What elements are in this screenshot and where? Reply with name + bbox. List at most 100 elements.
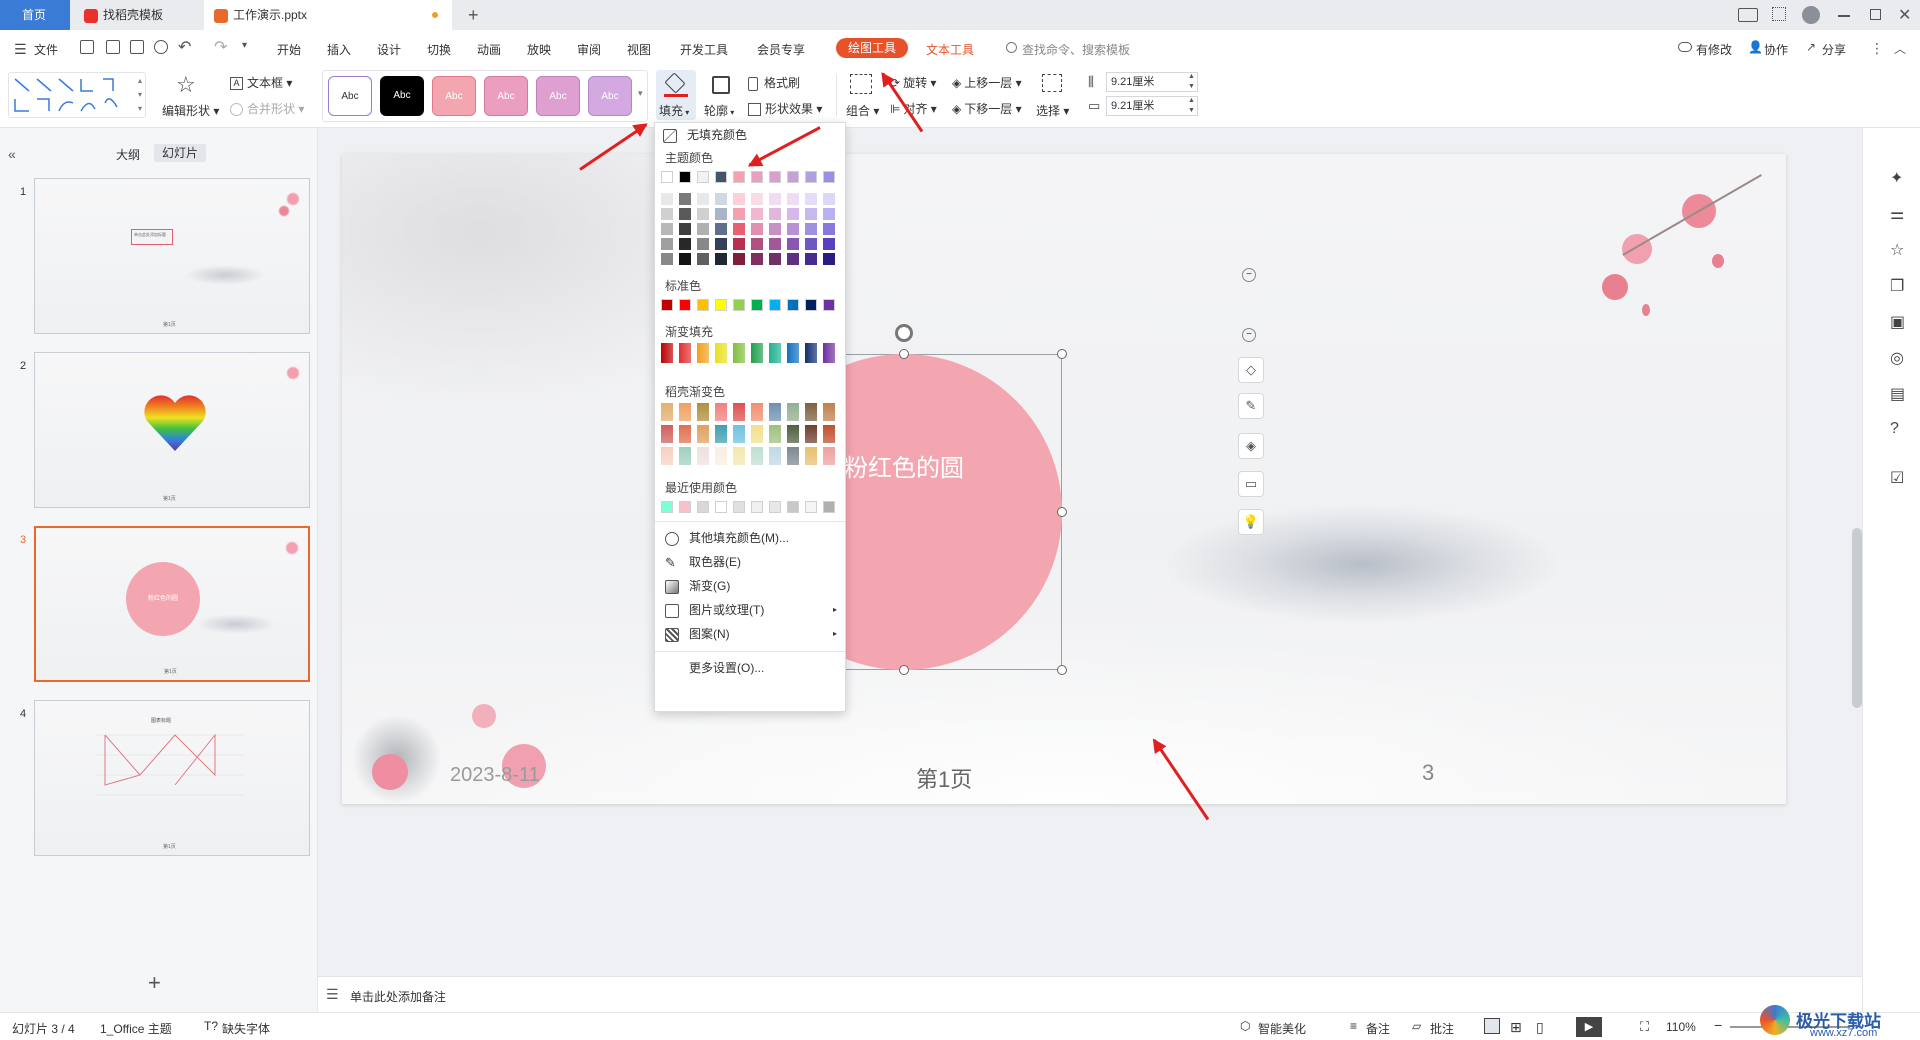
sidebar-animate-icon[interactable]: ✦: [1890, 168, 1903, 188]
outline-button[interactable]: 轮廓 ▾: [702, 72, 742, 118]
gradient-swatch[interactable]: [733, 343, 745, 363]
share-button[interactable]: 分享: [1822, 41, 1846, 58]
export-icon[interactable]: [106, 40, 120, 54]
sidebar-settings-icon[interactable]: ⚌: [1890, 204, 1904, 224]
color-swatch[interactable]: [715, 501, 727, 513]
color-swatch[interactable]: [679, 299, 691, 311]
zoom-level[interactable]: 110%: [1666, 1020, 1696, 1034]
tab-home[interactable]: 首页: [0, 0, 70, 30]
color-swatch[interactable]: [733, 223, 745, 235]
select-icon[interactable]: [1042, 74, 1062, 92]
gradient-swatch[interactable]: [787, 343, 799, 363]
align-button[interactable]: ⊫ 对齐 ▾: [890, 100, 937, 117]
menu-design[interactable]: 设计: [377, 41, 401, 58]
docer-gradient-swatch[interactable]: [679, 425, 691, 443]
slide[interactable]: 2023-8-11 第1页 3 粉红色的圆: [342, 154, 1786, 804]
height-stepper-icon[interactable]: ▲ ▼: [1188, 72, 1195, 92]
restore-icon[interactable]: [1870, 9, 1881, 20]
color-swatch[interactable]: [805, 253, 817, 265]
color-swatch[interactable]: [805, 223, 817, 235]
color-swatch[interactable]: [769, 253, 781, 265]
send-backward-button[interactable]: ◈ 下移一层 ▾: [952, 100, 1022, 117]
color-swatch[interactable]: [661, 193, 673, 205]
resize-handle[interactable]: [899, 665, 909, 675]
tab-document[interactable]: 工作演示.pptx: [204, 0, 452, 30]
float-minus-icon[interactable]: −: [1242, 328, 1256, 342]
docer-gradient-swatch[interactable]: [733, 425, 745, 443]
shape-style-4[interactable]: Abc: [484, 76, 528, 116]
color-swatch[interactable]: [751, 501, 763, 513]
menu-view[interactable]: 视图: [627, 41, 651, 58]
undo-icon[interactable]: ↶: [178, 37, 191, 57]
zoom-out-icon[interactable]: −: [1714, 1017, 1722, 1033]
color-swatch[interactable]: [661, 208, 673, 220]
color-swatch[interactable]: [679, 193, 691, 205]
docer-gradient-swatch[interactable]: [697, 447, 709, 465]
lightbulb-icon[interactable]: 💡: [1238, 509, 1264, 535]
reading-view-icon[interactable]: ▯: [1536, 1019, 1544, 1036]
color-swatch[interactable]: [751, 238, 763, 250]
pen-icon[interactable]: ✎: [1238, 393, 1264, 419]
shape-gallery[interactable]: [8, 72, 146, 118]
docer-gradient-swatch[interactable]: [661, 403, 673, 421]
shape-style-1[interactable]: Abc: [328, 76, 372, 116]
resize-handle[interactable]: [1057, 665, 1067, 675]
normal-view-icon[interactable]: [1484, 1018, 1500, 1034]
color-swatch[interactable]: [805, 501, 817, 513]
color-swatch[interactable]: [715, 253, 727, 265]
color-swatch[interactable]: [769, 208, 781, 220]
docer-gradient-swatch[interactable]: [661, 425, 673, 443]
redo-icon[interactable]: ↷: [214, 37, 227, 57]
gradient-swatch[interactable]: [661, 343, 673, 363]
color-swatch[interactable]: [697, 238, 709, 250]
rotate-button[interactable]: ⟳ 旋转 ▾: [890, 74, 936, 91]
color-swatch[interactable]: [787, 299, 799, 311]
docer-gradient-swatch[interactable]: [751, 425, 763, 443]
color-swatch[interactable]: [679, 253, 691, 265]
color-swatch[interactable]: [697, 299, 709, 311]
docer-gradient-swatch[interactable]: [697, 425, 709, 443]
width-input[interactable]: 9.21厘米: [1106, 96, 1198, 116]
color-swatch[interactable]: [697, 208, 709, 220]
sidebar-copy-icon[interactable]: ❐: [1890, 276, 1904, 296]
color-swatch[interactable]: [769, 193, 781, 205]
select-button[interactable]: 选择 ▾: [1036, 102, 1069, 119]
color-swatch[interactable]: [679, 501, 691, 513]
color-swatch[interactable]: [715, 208, 727, 220]
color-swatch[interactable]: [787, 238, 799, 250]
picture-texture-option[interactable]: 图片或纹理(T) ▸: [665, 599, 837, 621]
color-swatch[interactable]: [661, 171, 673, 183]
color-swatch[interactable]: [805, 193, 817, 205]
hamburger-icon[interactable]: ☰: [14, 41, 27, 58]
color-swatch[interactable]: [679, 208, 691, 220]
more-fill-colors-option[interactable]: 其他填充颜色(M)...: [665, 527, 789, 549]
collapse-ribbon-icon[interactable]: ︿: [1894, 40, 1906, 57]
grid-apps-icon[interactable]: [1772, 7, 1786, 21]
color-swatch[interactable]: [823, 253, 835, 265]
menu-drawing-tools[interactable]: 绘图工具: [836, 38, 908, 58]
docer-gradient-swatch[interactable]: [751, 447, 763, 465]
color-swatch[interactable]: [769, 223, 781, 235]
docer-gradient-swatch[interactable]: [769, 425, 781, 443]
slide-thumbnail-4[interactable]: 图表标题 第1页: [34, 700, 310, 856]
notes-toggle-button[interactable]: 备注: [1366, 1020, 1390, 1037]
slide-thumbnail-3[interactable]: 粉红色的圆 第1页: [34, 526, 310, 682]
fit-window-icon[interactable]: ⛶: [1640, 1019, 1649, 1035]
slide-thumbnail-1[interactable]: 单击此处添加标题 第1页: [34, 178, 310, 334]
sidebar-star-icon[interactable]: ☆: [1890, 240, 1904, 260]
color-swatch[interactable]: [751, 171, 763, 183]
color-swatch[interactable]: [787, 208, 799, 220]
color-swatch[interactable]: [661, 501, 673, 513]
color-swatch[interactable]: [769, 501, 781, 513]
more-settings-option[interactable]: 更多设置(O)...: [689, 657, 764, 679]
fill-button[interactable]: 填充 ▾: [656, 70, 696, 120]
gallery-scroll-icon[interactable]: ▴ ▾ ▾: [138, 74, 142, 116]
new-tab-button[interactable]: +: [458, 0, 488, 30]
style-gallery-more-icon[interactable]: ▾: [638, 88, 643, 99]
sidebar-book-icon[interactable]: ▤: [1890, 384, 1905, 404]
docer-gradient-swatch[interactable]: [805, 403, 817, 421]
docer-gradient-swatch[interactable]: [733, 447, 745, 465]
height-input[interactable]: 9.21厘米: [1106, 72, 1198, 92]
minimize-icon[interactable]: [1838, 15, 1850, 17]
menu-slideshow[interactable]: 放映: [527, 41, 551, 58]
